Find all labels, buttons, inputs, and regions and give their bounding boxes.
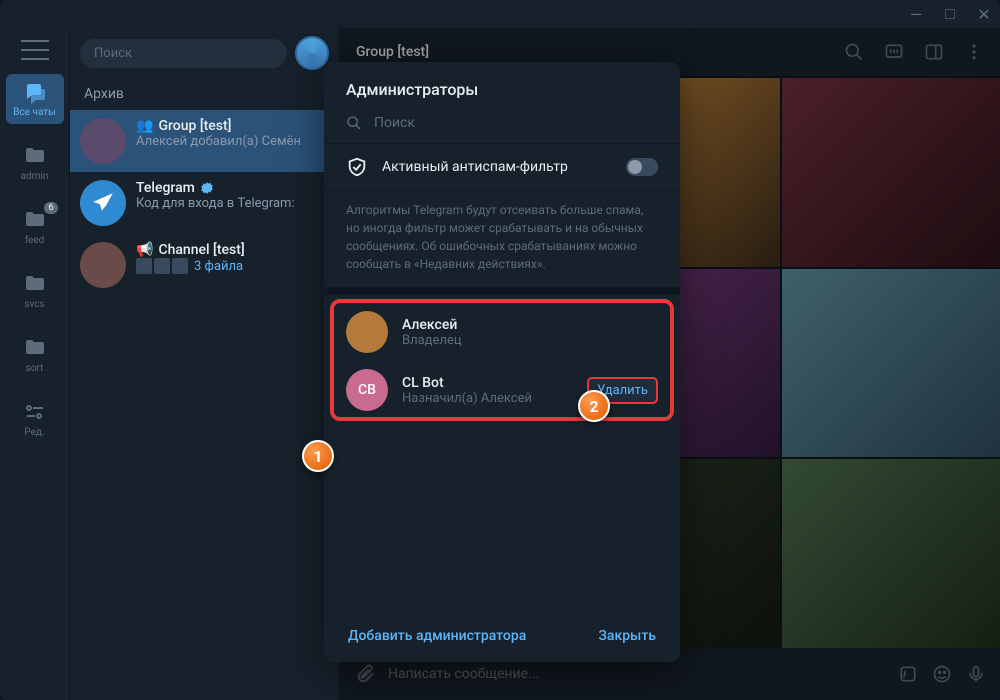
admin-item-bot[interactable]: CB CL Bot Назначил(а) Алексей Удалить [324, 361, 680, 419]
avatar [80, 242, 126, 288]
avatar: CB [346, 369, 388, 411]
folder-icon [23, 336, 47, 360]
chat-title: Group [test] [158, 118, 231, 134]
rail-edit[interactable]: Ред. [6, 394, 64, 444]
avatar [80, 118, 126, 164]
administrators-modal: Администраторы Поиск Активный антиспам-ф… [324, 62, 680, 662]
avatar [80, 180, 126, 226]
search-icon [346, 115, 362, 131]
search-input[interactable]: Поиск [80, 39, 287, 68]
admin-role: Назначил(а) Алексей [402, 391, 532, 406]
rail-all-chats[interactable]: Все чаты [6, 74, 64, 124]
rail-label: svcs [24, 299, 44, 310]
group-icon: 👥 [136, 118, 153, 134]
archive-row[interactable]: Архив [70, 78, 339, 110]
rail-label: Ред. [24, 427, 44, 438]
rail-label: feed [25, 235, 45, 246]
admin-name: CL Bot [402, 375, 532, 391]
chats-icon [23, 80, 47, 104]
minimize-button[interactable]: — [908, 6, 924, 22]
verified-icon [200, 181, 214, 195]
modal-search[interactable]: Поиск [324, 109, 680, 143]
rail-label: sort [26, 363, 44, 374]
rail-label: admin [21, 171, 49, 182]
admin-item-owner[interactable]: Алексей Владелец [324, 303, 680, 361]
archive-label: Архив [84, 86, 124, 102]
chat-list: Поиск Архив 👥 Group [test] Алексей добави… [70, 28, 340, 700]
rail-folder-sort[interactable]: sort [6, 330, 64, 380]
admin-list: Алексей Владелец CB CL Bot Назначил(а) А… [324, 295, 680, 427]
search-placeholder: Поиск [94, 46, 132, 61]
menu-icon[interactable] [21, 40, 49, 60]
antispam-label: Активный антиспам-фильтр [382, 159, 568, 175]
badge: 6 [44, 202, 57, 214]
rail-folder-svcs[interactable]: svcs [6, 266, 64, 316]
admin-role: Владелец [402, 333, 462, 348]
add-admin-button[interactable]: Добавить администратора [348, 628, 526, 644]
chat-subtitle: Код для входа в Telegram: [136, 196, 329, 211]
close-modal-button[interactable]: Закрыть [598, 628, 656, 644]
antispam-toggle-row[interactable]: Активный антиспам-фильтр [324, 143, 680, 191]
annotation-callout-2: 2 [578, 390, 610, 422]
chat-item-telegram[interactable]: Telegram Код для входа в Telegram: [70, 172, 339, 234]
modal-search-placeholder: Поиск [374, 115, 415, 131]
folder-icon [23, 272, 47, 296]
chat-subtitle: Алексей добавил(а) Семён [136, 134, 329, 149]
shield-icon [346, 156, 368, 178]
admin-name: Алексей [402, 317, 462, 333]
folder-icon [23, 208, 47, 232]
toggle-switch[interactable] [626, 158, 658, 176]
close-window-button[interactable]: ✕ [976, 6, 992, 22]
antispam-description: Алгоритмы Telegram будут отсеивать больш… [324, 191, 680, 295]
side-rail: Все чаты admin 6 feed svcs sort Ред. [0, 28, 70, 700]
rail-folder-feed[interactable]: 6 feed [6, 202, 64, 252]
maximize-button[interactable]: □ [942, 6, 958, 22]
folder-icon [23, 144, 47, 168]
channel-icon: 📢 [136, 242, 153, 258]
rail-folder-admin[interactable]: admin [6, 138, 64, 188]
chat-item-group[interactable]: 👥 Group [test] Алексей добавил(а) Семён [70, 110, 339, 172]
annotation-callout-1: 1 [302, 440, 334, 472]
titlebar: — □ ✕ [0, 0, 1000, 28]
rail-label: Все чаты [13, 107, 56, 118]
chat-title: Channel [test] [158, 242, 244, 258]
attachment-thumbs [136, 258, 188, 274]
avatar [346, 311, 388, 353]
chat-item-channel[interactable]: 📢 Channel [test] 3 файла [70, 234, 339, 296]
settings-icon [23, 400, 47, 424]
chat-title: Telegram [136, 180, 195, 196]
modal-title: Администраторы [324, 62, 680, 109]
chat-subtitle: 3 файла [194, 259, 243, 274]
